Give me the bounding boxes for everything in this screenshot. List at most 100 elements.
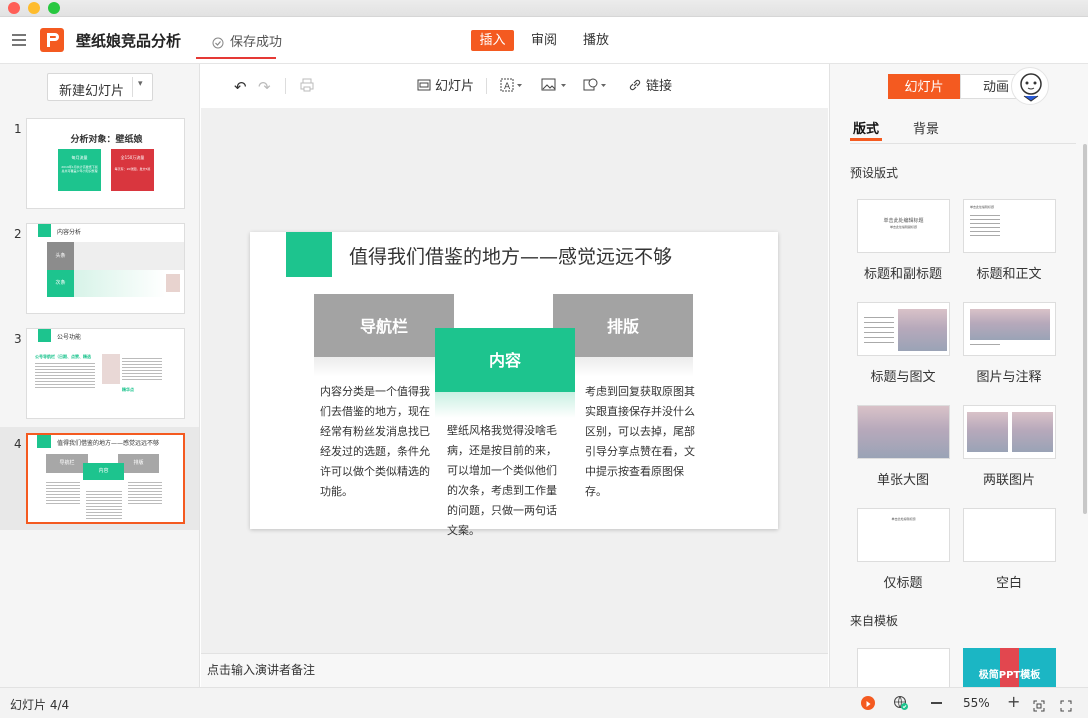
content-box[interactable]: 内容 <box>435 328 575 392</box>
scrollbar[interactable] <box>1083 144 1087 514</box>
tab-slide-panel[interactable]: 幻灯片 <box>888 74 960 99</box>
properties-pane: 幻灯片 动画 版式 背景 预设版式 单击此处编辑标题 单击此处编辑副标题 标题和… <box>829 64 1088 687</box>
thumb-row-bg <box>74 242 184 270</box>
insert-link-button[interactable]: 链接 <box>646 78 672 96</box>
close-window-button[interactable] <box>8 2 20 14</box>
slide-thumbnail-4[interactable]: 值得我们借鉴的地方——感觉远远不够 导航栏 排版 内容 <box>26 433 185 524</box>
speaker-notes[interactable]: 点击输入演讲者备注 <box>201 653 828 687</box>
editing-toolbar: ↶ ↷ 幻灯片 A 链接 <box>201 64 828 108</box>
subtab-layout[interactable]: 版式 <box>853 118 879 137</box>
thumb-title: 分析对象：壁纸娘 <box>70 135 143 145</box>
link-icon[interactable] <box>628 78 642 96</box>
thumb-image <box>102 354 120 384</box>
slide-title[interactable]: 值得我们借鉴的地方——感觉远远不够 <box>349 242 672 269</box>
right-text[interactable]: 考虑到回复获取原图其实跟直接保存并没什么区别，可以去掉，尾部引导分享点赞在看，文… <box>585 382 705 502</box>
zoom-in-icon[interactable]: + <box>1007 692 1020 711</box>
layout-card-text: 单击此处编辑副标题 <box>889 225 917 229</box>
thumb-number: 4 <box>14 437 22 451</box>
layout-label: 标题与图文 <box>870 370 936 385</box>
layout-label: 仅标题 <box>883 576 923 591</box>
status-bar: 幻灯片 4/4 55% + <box>0 687 1088 718</box>
middle-text[interactable]: 壁纸风格我觉得没啥毛病，还是按目前的来，可以增加一个类似他们的次条，考虑到工作量… <box>447 421 567 541</box>
online-status-icon[interactable] <box>893 695 909 711</box>
tab-review[interactable]: 审阅 <box>524 30 564 51</box>
box-fade <box>435 392 575 418</box>
slide-canvas: 值得我们借鉴的地方——感觉远远不够 导航栏 排版 内容 内容分类是一个值得我们去… <box>201 108 828 653</box>
tab-play[interactable]: 播放 <box>576 30 616 51</box>
template-card-blank[interactable] <box>857 648 950 687</box>
fullscreen-icon[interactable] <box>1060 697 1072 712</box>
thumb-text-lines <box>128 480 162 505</box>
top-menu-bar: 壁纸娘竞品分析 保存成功 插入 审阅 播放 <box>0 17 1088 64</box>
slide-accent-square <box>286 232 332 277</box>
thumb-row-label: 次条 <box>47 270 74 297</box>
undo-icon[interactable]: ↶ <box>234 78 247 96</box>
slide-icon[interactable] <box>417 78 431 96</box>
divider <box>850 143 1076 144</box>
notes-placeholder[interactable]: 点击输入演讲者备注 <box>207 661 315 678</box>
new-slide-label: 新建幻灯片 <box>59 84 125 99</box>
layout-title-image-text[interactable] <box>857 302 950 356</box>
layout-single-image[interactable] <box>857 405 950 459</box>
slide-thumbnail-pane: 新建幻灯片 ▾ 1 分析对象：壁纸娘 每月流量 2019年1月共计高壁纸下载总共… <box>0 64 200 687</box>
thumb-green-box: 每月流量 2019年1月共计高壁纸下载总共可覆盖少年小知识整理 <box>58 149 101 191</box>
new-slide-button[interactable]: 新建幻灯片 ▾ <box>47 73 153 101</box>
image-icon[interactable] <box>541 78 569 96</box>
slide-thumbnail-1[interactable]: 分析对象：壁纸娘 每月流量 2019年1月共计高壁纸下载总共可覆盖少年小知识整理… <box>26 118 185 209</box>
divider <box>132 77 133 97</box>
thumb-row-bg <box>74 270 166 297</box>
template-card-text: 极简PPT模板 <box>978 670 1041 681</box>
check-circle-icon <box>212 34 224 49</box>
layout-card-image <box>858 406 949 458</box>
thumb-row-label: 头条 <box>47 242 74 270</box>
layout-title-only[interactable]: 单击此处编辑标题 <box>857 508 950 562</box>
chevron-down-icon[interactable]: ▾ <box>138 79 143 89</box>
layout-title-body[interactable]: 单击此处编辑标题 <box>963 199 1056 253</box>
thumb-text-lines <box>86 489 122 519</box>
thumb-subtitle: 公号导航栏（日期、点赞、精选 <box>35 354 91 359</box>
thumb-number: 2 <box>14 227 22 241</box>
layout-blank[interactable] <box>963 508 1056 562</box>
nav-box[interactable]: 导航栏 <box>314 294 454 357</box>
save-status: 保存成功 <box>230 35 283 50</box>
zoom-window-button[interactable] <box>48 2 60 14</box>
minimize-window-button[interactable] <box>28 2 40 14</box>
document-title[interactable]: 壁纸娘竞品分析 <box>76 30 181 51</box>
layout-card-image <box>898 309 947 351</box>
layout-title-subtitle[interactable]: 单击此处编辑标题 单击此处编辑副标题 <box>857 199 950 253</box>
divider <box>486 78 487 94</box>
thumb-box-text: 每天有：20张图，发文5篇 <box>114 167 151 171</box>
subtab-background[interactable]: 背景 <box>913 118 939 137</box>
text-box-icon[interactable]: A <box>500 78 524 96</box>
nav-box-label: 导航栏 <box>359 317 408 336</box>
layout-card-lines <box>970 212 1000 238</box>
play-icon[interactable] <box>861 696 875 710</box>
left-text[interactable]: 内容分类是一个值得我们去借鉴的地方，现在经常有粉丝发消息找已经发过的选题，条件允… <box>320 382 438 502</box>
shape-icon[interactable] <box>583 78 611 96</box>
template-card-minimal[interactable]: 极简PPT模板 <box>963 648 1056 687</box>
hamburger-menu-icon[interactable] <box>12 34 26 46</box>
slide-thumbnail-2[interactable]: 内容分析 头条 次条 <box>26 223 185 314</box>
zoom-out-icon[interactable] <box>931 702 942 704</box>
current-slide[interactable]: 值得我们借鉴的地方——感觉远远不够 导航栏 排版 内容 内容分类是一个值得我们去… <box>250 232 778 537</box>
fit-window-icon[interactable] <box>1033 697 1045 712</box>
layout-two-images[interactable] <box>963 405 1056 459</box>
preset-layout-heading: 预设版式 <box>850 166 899 180</box>
assistant-mascot-icon[interactable] <box>1011 67 1049 105</box>
zoom-level[interactable]: 55% <box>963 696 990 710</box>
layout-image-caption[interactable] <box>963 302 1056 356</box>
insert-slide-button[interactable]: 幻灯片 <box>435 78 474 96</box>
layout-card-lines <box>970 344 1000 345</box>
layout-label: 标题和正文 <box>976 267 1042 282</box>
thumb-box: 导航栏 <box>46 454 88 473</box>
thumb-title: 内容分析 <box>57 229 82 236</box>
thumb-title: 值得我们借鉴的地方——感觉远远不够 <box>57 440 160 447</box>
slide-thumbnail-3[interactable]: 公号功能 公号导航栏（日期、点赞、精选 精华点 <box>26 328 185 419</box>
thumb-number: 3 <box>14 332 22 346</box>
thumb-text-lines <box>122 356 162 382</box>
thumb-text-lines <box>35 361 95 389</box>
tab-insert[interactable]: 插入 <box>471 30 514 51</box>
thumb-box-label: 全150万流量 <box>120 155 145 160</box>
print-icon[interactable] <box>300 78 314 96</box>
redo-icon[interactable]: ↷ <box>258 78 271 96</box>
